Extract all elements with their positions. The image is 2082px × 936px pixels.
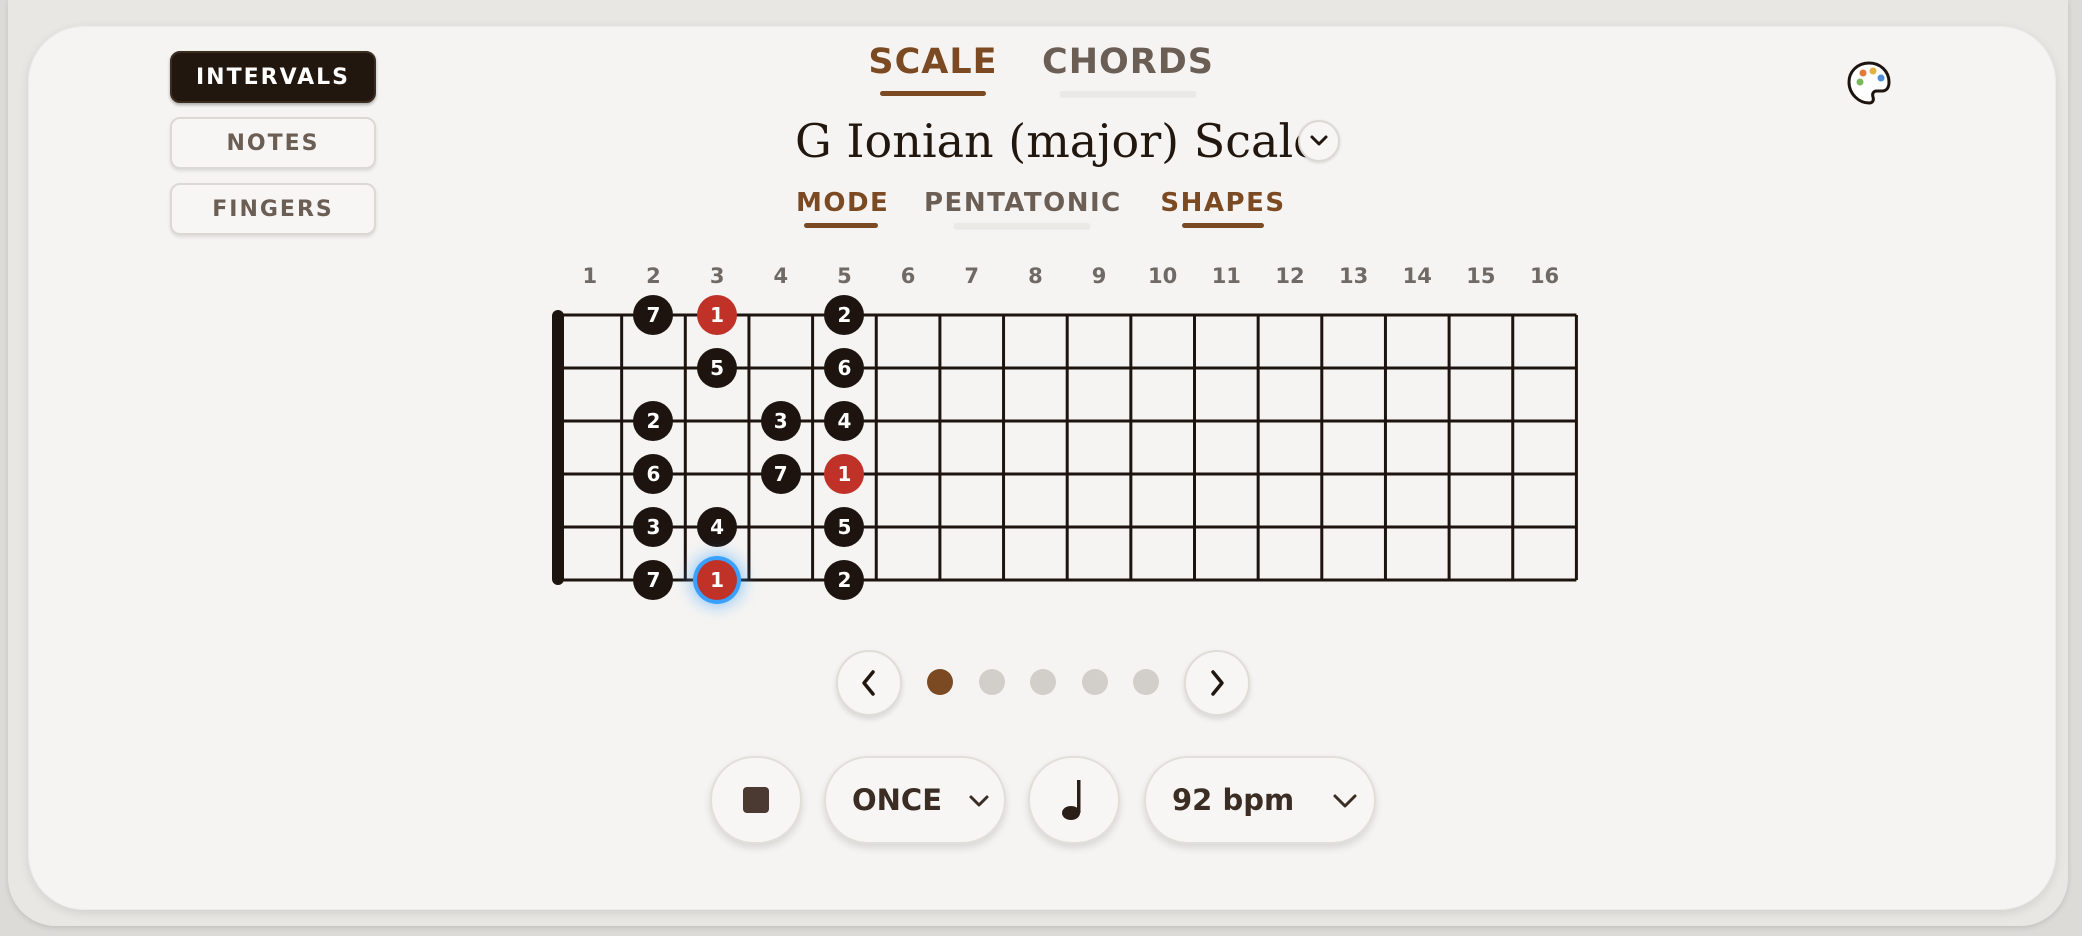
fret-number: 3 [709,264,725,288]
chevron-right-icon [1211,670,1224,696]
prev-shape-button[interactable] [836,650,902,716]
chevron-down-icon [969,795,989,807]
chevron-left-icon [862,670,875,696]
fret-number: 2 [646,264,661,288]
shape-page-dot[interactable] [1081,669,1108,695]
tab-chords[interactable]: CHORDS [1040,42,1216,98]
tab-chords-underline [1060,91,1196,96]
fret-number: 5 [837,264,852,288]
fret-number: 8 [1028,264,1043,288]
subtab-shapes-label: SHAPES [1160,188,1286,218]
chevron-down-icon [1333,794,1357,808]
tempo-select[interactable]: 92 bpm [1144,756,1376,844]
note-sound-button[interactable] [1028,756,1120,844]
shape-page-dot[interactable] [978,669,1005,695]
tab-scale-underline [880,91,986,96]
shape-page-dot[interactable] [927,669,953,695]
subtab-pentatonic-underline [954,223,1090,228]
note-marker[interactable]: 5 [697,348,738,388]
note-marker[interactable]: 7 [760,454,801,494]
fret-number: 16 [1529,264,1560,288]
tab-chords-label: CHORDS [1042,42,1214,82]
tab-scale[interactable]: SCALE [860,42,1006,98]
chevron-down-icon [1310,135,1328,146]
fret-number: 15 [1466,264,1496,288]
fret-number: 7 [964,264,980,288]
repeat-value: ONCE [852,783,943,817]
fret-number: 12 [1275,264,1305,288]
shape-page-dot[interactable] [1133,669,1159,695]
tab-scale-label: SCALE [868,42,998,82]
root-note-marker[interactable]: 1 [697,560,738,600]
subtab-pentatonic[interactable]: PENTATONIC [924,188,1120,232]
fret-number: 10 [1148,264,1178,288]
subtab-shapes-underline [1182,223,1264,228]
subtab-mode-label: MODE [796,188,890,218]
fingers-toggle[interactable]: FINGERS [170,183,376,235]
stop-button[interactable] [710,756,802,844]
scale-title: G Ionian (major) Scale [795,114,1321,168]
fret-number: 13 [1339,264,1369,288]
note-marker[interactable]: 4 [697,507,738,547]
scale-dropdown-button[interactable] [1298,120,1340,162]
fret-number: 9 [1091,264,1107,288]
fret-number: 11 [1211,264,1241,288]
tempo-value: 92 bpm [1172,783,1295,817]
palette-button[interactable] [1846,60,1892,106]
note-marker[interactable]: 3 [760,401,801,441]
subtab-mode[interactable]: MODE [796,188,890,232]
subtab-pentatonic-label: PENTATONIC [924,188,1122,218]
next-shape-button[interactable] [1184,650,1250,716]
shape-page-dot[interactable] [1030,669,1056,695]
intervals-toggle[interactable]: INTERVALS [170,51,376,103]
stop-icon [743,787,769,813]
quarter-note-icon [1062,780,1081,820]
subtab-mode-underline [804,223,878,228]
repeat-select[interactable]: ONCE [824,756,1006,844]
palette-icon [1847,61,1891,105]
fret-number: 14 [1402,264,1432,288]
root-note-marker[interactable]: 1 [697,295,738,335]
fret-number: 6 [900,264,916,288]
subtab-shapes[interactable]: SHAPES [1160,188,1286,232]
notes-toggle[interactable]: NOTES [170,117,376,169]
fret-number: 4 [773,264,789,288]
fret-number: 1 [582,264,598,288]
